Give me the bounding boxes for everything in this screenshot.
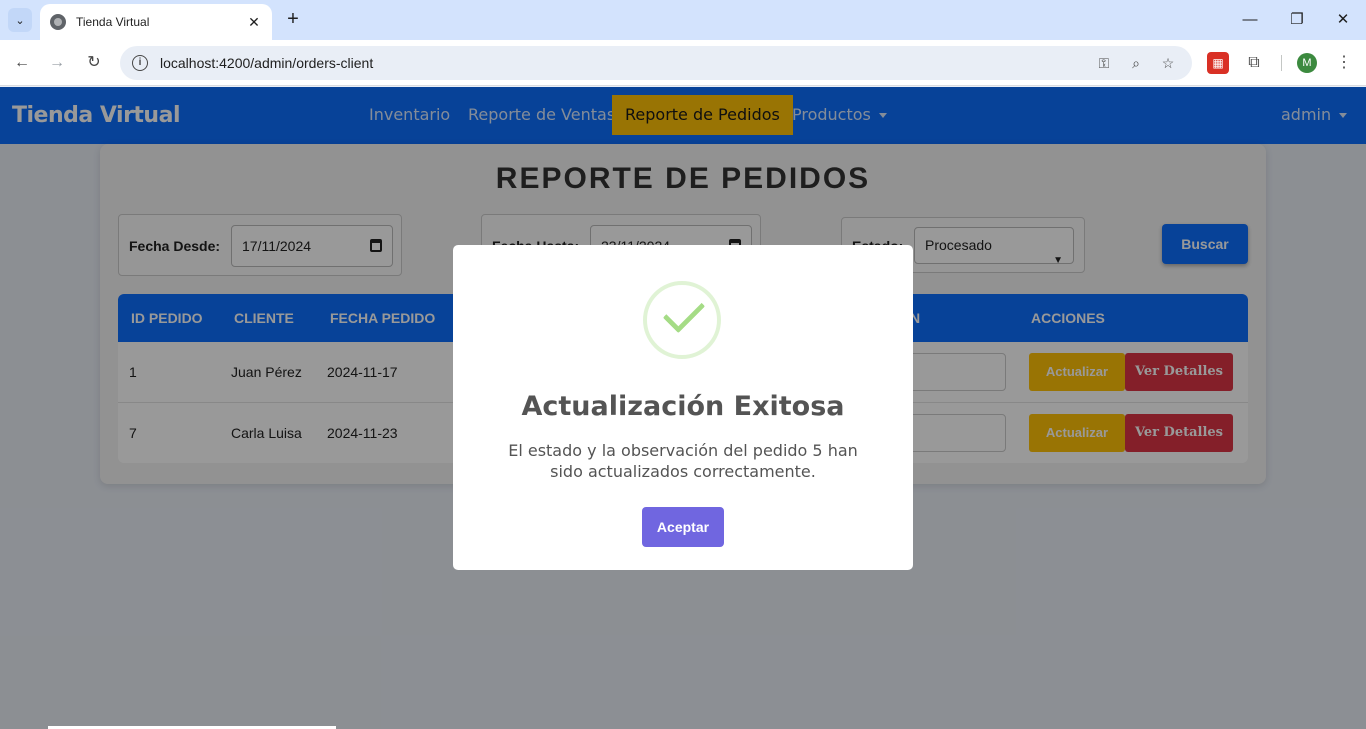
browser-tabstrip: ⌄ Tienda Virtual ✕ + — ❐ ✕: [0, 0, 1366, 40]
browser-tab[interactable]: Tienda Virtual ✕: [40, 4, 272, 40]
close-tab-icon[interactable]: ✕: [246, 14, 262, 31]
reload-icon[interactable]: ↻: [82, 51, 106, 75]
profile-avatar[interactable]: M: [1297, 53, 1317, 73]
restore-icon[interactable]: ❐: [1285, 8, 1309, 32]
more-menu-icon[interactable]: ⋮: [1334, 51, 1354, 75]
minimize-icon[interactable]: —: [1238, 8, 1262, 32]
site-info-icon[interactable]: i: [132, 55, 148, 71]
dialog-message: El estado y la observación del pedido 5 …: [508, 441, 858, 481]
success-check-icon: [643, 281, 721, 359]
url-text[interactable]: localhost:4200/admin/orders-client: [160, 55, 1084, 71]
extension-icon[interactable]: ▦: [1207, 52, 1229, 74]
accept-button[interactable]: Aceptar: [642, 507, 724, 547]
new-tab-icon[interactable]: +: [282, 8, 304, 30]
close-window-icon[interactable]: ✕: [1331, 8, 1355, 32]
toolbar-divider: [1281, 55, 1282, 71]
success-dialog: Actualización Exitosa El estado y la obs…: [453, 245, 913, 570]
tab-search-icon[interactable]: ⌄: [8, 8, 32, 32]
bookmark-star-icon[interactable]: ☆: [1156, 55, 1180, 72]
check-mark-icon: [662, 290, 706, 334]
password-key-icon[interactable]: ⚿: [1092, 55, 1116, 72]
forward-icon[interactable]: →: [45, 51, 69, 75]
address-bar[interactable]: i localhost:4200/admin/orders-client ⚿ ⌕…: [120, 46, 1192, 80]
browser-toolbar: ← → ↻ i localhost:4200/admin/orders-clie…: [0, 40, 1366, 86]
puzzle-icon[interactable]: ⧉: [1243, 52, 1265, 74]
zoom-icon[interactable]: ⌕: [1124, 55, 1148, 72]
dialog-title: Actualización Exitosa: [521, 391, 845, 422]
globe-icon: [50, 14, 66, 30]
tab-title: Tienda Virtual: [76, 15, 150, 29]
back-icon[interactable]: ←: [10, 51, 34, 75]
